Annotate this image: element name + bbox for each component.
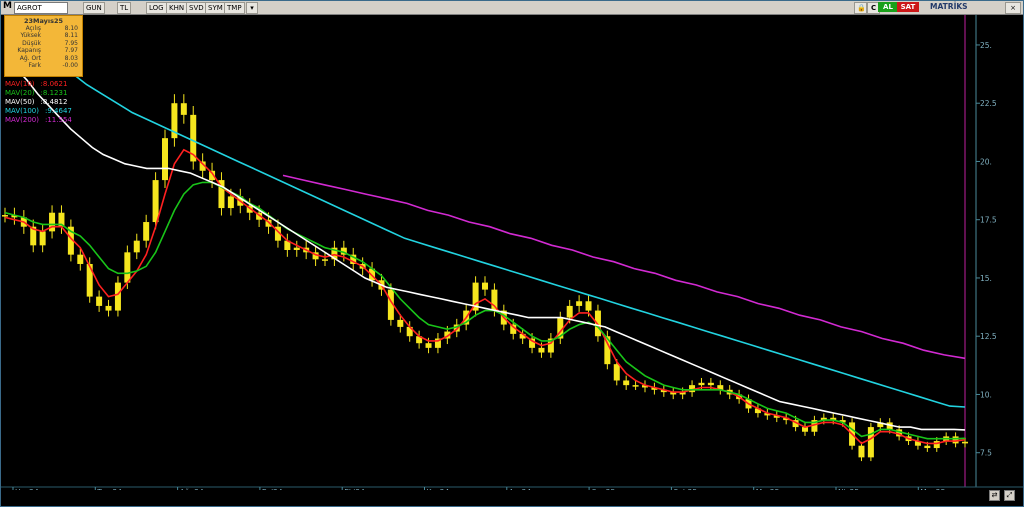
y-tick-label: 15. (980, 274, 992, 283)
y-tick-label: 10. (980, 390, 992, 399)
legend-mav100[interactable]: MAV(100):9.4647 (5, 107, 72, 116)
symbol-input[interactable]: AGROT (14, 2, 68, 14)
candle-body (425, 343, 432, 348)
candle-body (613, 364, 620, 381)
tmp-button[interactable]: TMP (224, 2, 245, 14)
candle-body (858, 445, 865, 458)
candle-body (322, 259, 328, 261)
candle-body (924, 445, 931, 449)
y-tick-label: 7.5 (980, 449, 992, 458)
legend-mav200[interactable]: MAV(200):11.554 (5, 116, 72, 125)
ma-legend: MAV(10):8.0621 MAV(20):8.1231 MAV(50):8.… (5, 80, 72, 125)
info-box: 23Mayıs25 Açılış 8.10 Yüksek 8.11 Düşük 7.9… (4, 15, 83, 77)
candle-body (227, 196, 234, 209)
scroll-left-icon[interactable]: ⇄ (989, 490, 1000, 501)
dropdown-icon[interactable]: ▾ (246, 2, 258, 14)
candle-body (162, 138, 168, 181)
toolbar: M AGROT GUN TL LOG KHN SVD SYM TMP ▾ 🔒 C… (1, 1, 1023, 15)
sym-button[interactable]: SYM (205, 2, 226, 14)
y-tick-label: 17.5 (980, 216, 997, 225)
sell-button[interactable]: SAT (897, 2, 919, 12)
candle-body (576, 301, 583, 306)
candle-body (105, 305, 112, 311)
series-line-mav50 (4, 56, 966, 431)
khn-button[interactable]: KHN (166, 2, 188, 14)
info-row: Ağ. Ort 8.03 (19, 54, 78, 62)
series-line-mav200 (282, 174, 966, 360)
buy-button[interactable]: AL (878, 2, 898, 12)
candle-body (962, 441, 968, 444)
candle-body (114, 282, 121, 311)
x-tick-label: Ara24 (509, 488, 532, 490)
info-row: Fark -0.00 (28, 61, 78, 69)
candle-body (133, 240, 140, 253)
candle-body (2, 215, 8, 217)
legend-mav50[interactable]: MAV(50):8.4812 (5, 98, 72, 107)
x-tick-label: Eyl24 (262, 488, 283, 490)
lock-icon[interactable]: 🔒 (854, 2, 867, 14)
x-tick-label: Kas24 (427, 488, 450, 490)
info-row: Düşük 7.95 (22, 39, 78, 47)
candle-body (482, 282, 488, 290)
y-tick-label: 25. (980, 41, 992, 50)
candle-body (39, 231, 46, 246)
x-tick-label: Mar25 (756, 488, 780, 490)
info-row: Yüksek 8.11 (20, 32, 78, 40)
candle-body (124, 252, 131, 283)
legend-mav10[interactable]: MAV(10):8.0621 (5, 80, 72, 89)
candle-body (77, 254, 84, 264)
candle-body (566, 305, 573, 318)
candle-body (585, 301, 592, 311)
info-row: Açılış 8.10 (25, 25, 78, 32)
matriks-logo: M (3, 1, 12, 11)
candle-body (867, 427, 874, 458)
series-line-mav10 (4, 148, 966, 445)
candle-body (96, 296, 103, 306)
chart-window: M AGROT GUN TL LOG KHN SVD SYM TMP ▾ 🔒 C… (0, 0, 1024, 507)
y-tick-label: 20. (980, 157, 992, 166)
zoom-icon[interactable]: ⤢ (1004, 490, 1015, 501)
candle-body (152, 180, 159, 223)
x-tick-label: Tem24 (96, 488, 122, 490)
x-tick-label: Ağu24 (180, 488, 204, 490)
close-icon[interactable]: × (1005, 2, 1021, 14)
matrix-label: MATRİKS (930, 2, 968, 11)
x-tick-label: Haz24 (15, 488, 39, 490)
candle-body (397, 319, 404, 327)
x-tick-label: Şub25 (673, 488, 697, 490)
legend-mav20[interactable]: MAV(20):8.1231 (5, 89, 72, 98)
info-date: 23Mayıs25 (23, 17, 64, 25)
candlestick-chart[interactable]: 25. 22.5 20. 17.5 15. 12.5 10. 7.5 Haz24 Tem24 Ağu… (1, 15, 1023, 490)
log-button[interactable]: LOG (146, 2, 167, 14)
x-tick-label: Oca25 (591, 488, 615, 490)
svd-button[interactable]: SVD (186, 2, 207, 14)
y-tick-label: 22.5 (980, 99, 997, 108)
candle-body (707, 382, 714, 386)
candle-body (632, 385, 639, 387)
x-tick-label: Eki24 (344, 488, 365, 490)
period-button[interactable]: GUN (83, 2, 105, 14)
x-tick-label: May25 (920, 488, 945, 490)
candle-body (143, 222, 150, 241)
candle-body (952, 436, 959, 444)
x-tick-label: Nis25 (838, 488, 859, 490)
currency-button[interactable]: TL (117, 2, 132, 14)
candle-body (538, 347, 545, 353)
series-line-mav20 (4, 181, 966, 440)
candle-body (180, 103, 187, 115)
candle-body (293, 247, 300, 250)
y-tick-label: 12.5 (980, 332, 997, 341)
info-row: Kapanış 7.97 (17, 47, 78, 55)
candle-body (623, 380, 630, 386)
candle-body (698, 382, 705, 386)
